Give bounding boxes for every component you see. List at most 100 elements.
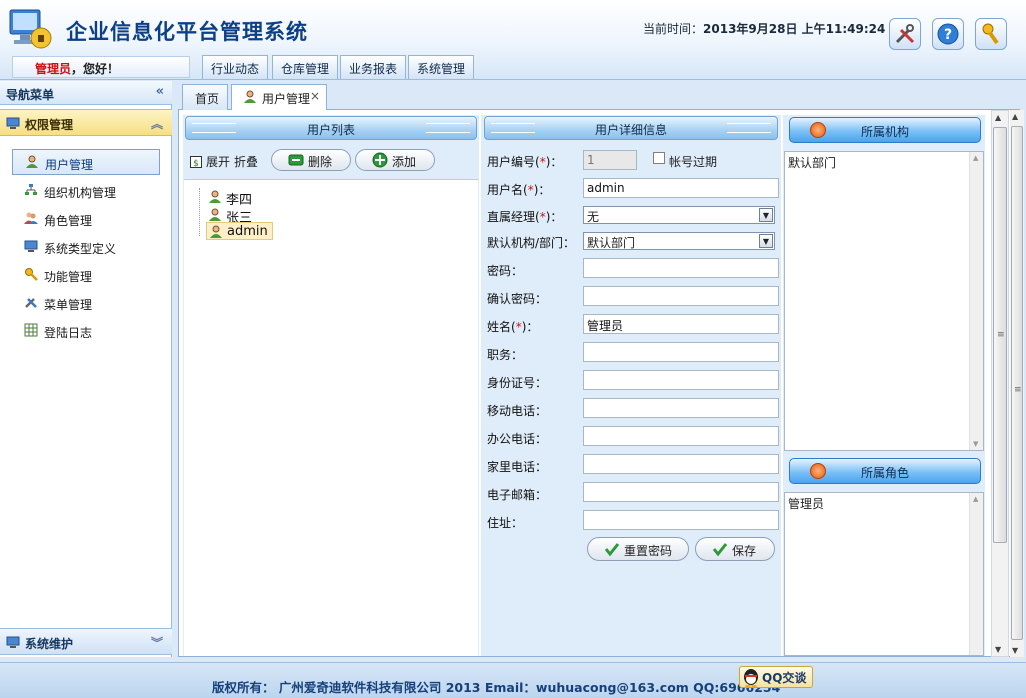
home-phone-field[interactable] <box>583 454 779 474</box>
plus-icon <box>372 152 388 168</box>
tree-node-label: admin <box>227 224 268 239</box>
name-label: 姓名(*)： <box>487 318 538 335</box>
sidebar-item-user-management[interactable]: 用户管理 <box>12 149 160 175</box>
email-field[interactable] <box>583 482 779 502</box>
address-label: 住址： <box>487 516 524 530</box>
time-label: 当前时间： <box>643 22 704 36</box>
role-listbox[interactable]: 管理员 ▲ <box>784 492 984 656</box>
office-phone-field[interactable] <box>583 426 779 446</box>
confirm-password-field[interactable] <box>583 286 779 306</box>
org-select[interactable]: 默认部门 ▼ <box>583 232 775 250</box>
user-list-title: 用户列表 <box>306 123 355 137</box>
position-field[interactable] <box>583 342 779 362</box>
scroll-up-icon[interactable]: ▲ <box>995 113 1001 122</box>
sidebar: 导航菜单 « 权限管理 ︽ 用户管理 组织机构管理 角色管理 系统类型定义 功能… <box>0 81 172 657</box>
top-tab-reports[interactable]: 业务报表 <box>340 55 407 79</box>
close-tab-icon[interactable]: × <box>310 89 320 103</box>
account-expired-checkbox[interactable] <box>653 152 665 164</box>
address-field[interactable] <box>583 510 779 530</box>
mobile-field[interactable] <box>583 398 779 418</box>
scroll-down-icon[interactable]: ▼ <box>1012 646 1018 655</box>
sidebar-item-role-management[interactable]: 角色管理 <box>12 206 160 232</box>
logout-button[interactable] <box>975 18 1007 50</box>
password-field[interactable] <box>583 258 779 278</box>
manager-select[interactable]: 无 ▼ <box>583 206 775 224</box>
id-card-field[interactable] <box>583 370 779 390</box>
org-section-button[interactable]: 所属机构 <box>789 117 981 143</box>
sidebar-item-org-management[interactable]: 组织机构管理 <box>12 178 160 204</box>
star-icon <box>810 463 826 479</box>
page-scrollbar[interactable]: ▲ ≡ ▼ <box>1010 110 1024 657</box>
welcome-suffix: ，您好！ <box>71 62 120 76</box>
user-id-field[interactable]: 1 <box>583 150 637 170</box>
header-decor <box>426 123 470 133</box>
add-label: 添加 <box>392 155 417 169</box>
sidebar-item-menu-management[interactable]: 菜单管理 <box>12 290 160 316</box>
nav-header: 导航菜单 « <box>0 81 172 105</box>
top-tab-industry[interactable]: 行业动态 <box>202 55 269 79</box>
tools-button[interactable] <box>889 18 921 50</box>
content-tab-bar: 首页 用户管理 × <box>178 84 1020 110</box>
dropdown-arrow-icon[interactable]: ▼ <box>759 208 773 222</box>
minus-icon <box>288 154 304 166</box>
tab-user-management[interactable]: 用户管理 × <box>231 84 327 110</box>
role-section-button[interactable]: 所属角色 <box>789 458 981 484</box>
sidebar-item-type-definition[interactable]: 系统类型定义 <box>12 234 160 260</box>
role-section-title: 所属角色 <box>860 466 909 480</box>
scrollbar[interactable]: ▲ ▼ <box>969 152 983 450</box>
confirm-password-label: 确认密码： <box>487 292 548 306</box>
scroll-down-icon[interactable]: ▼ <box>995 645 1001 654</box>
role-list-item[interactable]: 管理员 <box>788 497 824 511</box>
select-value: 默认部门 <box>587 236 636 250</box>
label-end: )： <box>545 155 563 169</box>
name-field[interactable]: 管理员 <box>583 314 779 334</box>
scroll-thumb[interactable]: ≡ <box>1011 126 1023 640</box>
reset-password-button[interactable]: 重置密码 <box>587 537 689 561</box>
add-user-button[interactable]: 添加 <box>355 149 435 171</box>
tree-node-user[interactable]: 李四 <box>206 188 256 208</box>
top-tab-system[interactable]: 系统管理 <box>408 55 475 79</box>
users-icon <box>24 212 38 224</box>
app-logo-icon <box>9 9 52 49</box>
nav-group-maintenance[interactable]: 系统维护 ︾ <box>0 628 172 655</box>
user-icon <box>244 90 256 103</box>
org-list-item[interactable]: 默认部门 <box>788 156 836 170</box>
position-label: 职务： <box>487 348 524 362</box>
current-time: 当前时间：2013年9月28日 上午11:49:24 <box>643 20 885 37</box>
scroll-up-icon[interactable]: ▲ <box>973 154 978 162</box>
grip-icon: ≡ <box>1014 385 1022 395</box>
content-scrollbar[interactable]: ▲ ≡ ▼ <box>991 110 1009 657</box>
sidebar-item-login-log[interactable]: 登陆日志 <box>12 318 160 344</box>
username-label: 用户名(*)： <box>487 181 550 198</box>
reset-password-label: 重置密码 <box>624 544 673 558</box>
scrollbar[interactable]: ▲ <box>969 493 983 655</box>
expand-link[interactable]: 展开 <box>206 153 230 170</box>
org-listbox[interactable]: 默认部门 ▲ ▼ <box>784 151 984 451</box>
help-button[interactable]: ? <box>932 18 964 50</box>
save-button[interactable]: 保存 <box>695 537 775 561</box>
tree-node-user-selected[interactable]: admin <box>206 222 273 240</box>
scroll-thumb[interactable]: ≡ <box>993 127 1007 543</box>
tab-home[interactable]: 首页 <box>182 84 228 110</box>
collapse-link[interactable]: 折叠 <box>234 153 258 170</box>
sidebar-item-function-management[interactable]: 功能管理 <box>12 262 160 288</box>
label-end: )： <box>521 320 539 334</box>
org-section-title: 所属机构 <box>860 125 909 139</box>
checkmark-icon <box>712 543 728 557</box>
qq-chat-button[interactable]: QQ交谈 <box>739 666 813 688</box>
nav-group-permissions[interactable]: 权限管理 ︽ <box>0 109 172 136</box>
top-tab-warehouse[interactable]: 仓库管理 <box>272 55 339 79</box>
user-icon <box>26 155 38 168</box>
scroll-down-icon[interactable]: ▼ <box>973 440 978 448</box>
delete-button[interactable]: 删除 <box>271 149 351 171</box>
username-field[interactable]: admin <box>583 178 779 198</box>
collapse-sidebar-icon[interactable]: « <box>156 84 164 99</box>
scroll-up-icon[interactable]: ▲ <box>1012 112 1018 121</box>
dropdown-arrow-icon[interactable]: ▼ <box>759 234 773 248</box>
scroll-up-icon[interactable]: ▲ <box>973 495 978 503</box>
monitor-icon <box>6 636 20 648</box>
app-title: 企业信息化平台管理系统 <box>66 20 308 44</box>
header-decor <box>491 123 535 133</box>
header-bar: 企业信息化平台管理系统 当前时间：2013年9月28日 上午11:49:24 ?… <box>0 0 1026 80</box>
manager-label: 直属经理(*)： <box>487 208 562 225</box>
